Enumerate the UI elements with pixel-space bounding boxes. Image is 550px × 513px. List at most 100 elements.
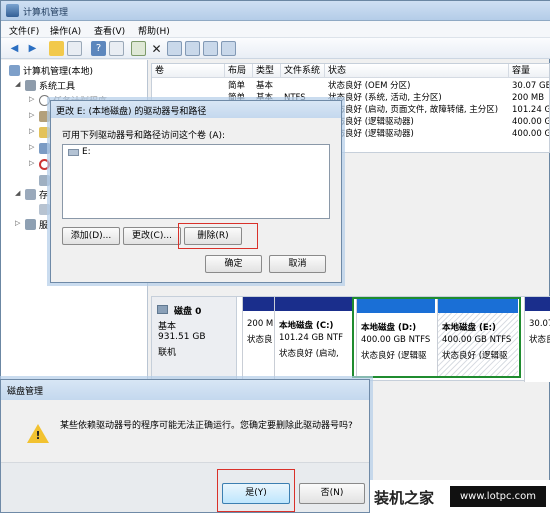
collapse-icon[interactable]: ▷	[29, 127, 37, 135]
tree-item-root[interactable]: 计算机管理(本地)	[1, 64, 148, 78]
column-header-type[interactable]: 类型	[253, 64, 281, 78]
tools-icon	[25, 80, 36, 91]
performance-icon	[39, 159, 50, 170]
column-header-filesystem[interactable]: 文件系统	[281, 64, 325, 78]
column-header-layout[interactable]: 布局	[225, 64, 253, 78]
table-row[interactable]: 简单 基本 状态良好 (OEM 分区) 30.07 GB	[152, 80, 550, 92]
event-viewer-icon	[39, 111, 50, 122]
expand-icon[interactable]: ◢	[15, 80, 23, 88]
disk-icon[interactable]	[167, 41, 182, 56]
cell-capacity: 30.07 GB	[512, 81, 550, 91]
view-icon[interactable]	[221, 41, 236, 56]
partition-system-reserved[interactable]: 200 M 状态良	[242, 297, 274, 382]
shared-folder-icon	[39, 127, 50, 138]
help-icon[interactable]: ?	[91, 41, 106, 56]
partition-size: 30.07	[529, 319, 550, 329]
disk-size: 931.51 GB	[158, 332, 206, 342]
console-tree-icon[interactable]	[67, 41, 82, 56]
tree-label-storage: 存	[39, 191, 49, 201]
collapse-icon[interactable]: ▷	[29, 143, 37, 151]
partition-size: 101.24 GB NTF	[279, 333, 344, 343]
drive-icon	[68, 149, 79, 156]
cell-status: 状态良好 (OEM 分区)	[328, 81, 411, 91]
disk-info[interactable]: 磁盘 0 基本 931.51 GB 联机	[152, 297, 237, 382]
users-icon	[39, 143, 50, 154]
tree-item-system-tools[interactable]: ◢ 系统工具	[1, 79, 148, 93]
tree-label-services: 服	[39, 221, 49, 231]
menu-action[interactable]: 操作(A)	[50, 24, 81, 37]
disk-name: 磁盘 0	[174, 307, 202, 317]
partition-size: 400.00 GB NTFS	[442, 335, 512, 345]
partition-c[interactable]: 本地磁盘 (C:) 101.24 GB NTF 状态良好 (启动,	[274, 297, 352, 382]
partition-status: 状态良	[529, 335, 550, 345]
partition-d[interactable]: 本地磁盘 (D:) 400.00 GB NTFS 状态良好 (逻辑驱	[356, 299, 435, 376]
column-header-capacity[interactable]: 容量	[509, 64, 549, 78]
copy-icon[interactable]	[185, 41, 200, 56]
computer-icon	[9, 65, 20, 76]
partition-bar	[525, 297, 550, 311]
collapse-icon[interactable]: ▷	[15, 219, 23, 227]
computer-management-icon	[6, 4, 19, 17]
expand-icon[interactable]: ◢	[15, 189, 23, 197]
forward-arrow-icon[interactable]: ▶	[25, 41, 40, 56]
partition-size: 200 M	[247, 319, 274, 329]
ok-button[interactable]: 确定	[205, 255, 262, 273]
partition-bar	[243, 297, 274, 311]
disk-type: 基本	[158, 322, 177, 332]
partition-label: 本地磁盘 (E:)	[442, 323, 496, 333]
tree-label-system-tools: 系统工具	[39, 82, 76, 92]
delete-x-icon[interactable]: ✕	[149, 41, 164, 56]
column-header-volume[interactable]: 卷	[152, 64, 225, 78]
partition-bar	[438, 299, 518, 313]
properties-icon[interactable]	[109, 41, 124, 56]
confirm-dialog: 磁盘管理 ! 某些依赖驱动器号的程序可能无法正确运行。您确定要删除此驱动器号吗?…	[0, 379, 370, 513]
cell-capacity: 400.00 GB	[512, 129, 549, 139]
menu-help[interactable]: 帮助(H)	[138, 24, 170, 37]
menu-bar: 文件(F) 操作(A) 查看(V) 帮助(H)	[1, 21, 550, 38]
cell-capacity: 101.24 GB	[512, 105, 549, 115]
connect-icon[interactable]	[131, 41, 146, 56]
cell-type: 基本	[256, 81, 274, 91]
search-icon[interactable]	[203, 41, 218, 56]
cancel-button[interactable]: 取消	[269, 255, 326, 273]
dialog-title-bar: 更改 E: (本地磁盘) 的驱动器号和路径	[51, 101, 341, 118]
remove-button[interactable]: 删除(R)	[184, 227, 242, 245]
cell-status: 状态良好 (逻辑驱动器)	[328, 129, 414, 139]
cell-status: 状态良好 (逻辑驱动器)	[328, 117, 414, 127]
partition-bar	[275, 297, 352, 311]
partition-e[interactable]: 本地磁盘 (E:) 400.00 GB NTFS 状态良好 (逻辑驱	[437, 299, 518, 376]
partition-label: 本地磁盘 (D:)	[361, 323, 417, 333]
collapse-icon[interactable]: ▷	[29, 95, 37, 103]
menu-view[interactable]: 查看(V)	[94, 24, 125, 37]
back-arrow-icon[interactable]: ◀	[7, 41, 22, 56]
collapse-icon[interactable]: ▷	[29, 111, 37, 119]
partition-bar	[357, 299, 435, 313]
clock-icon	[39, 95, 50, 106]
no-button[interactable]: 否(N)	[299, 483, 365, 504]
confirm-message: 某些依赖驱动器号的程序可能无法正确运行。您确定要删除此驱动器号吗?	[60, 421, 353, 431]
services-icon	[25, 219, 36, 230]
dialog-title: 磁盘管理	[7, 387, 44, 397]
list-item[interactable]: E:	[82, 147, 91, 157]
cell-status: 状态良好 (系统, 活动, 主分区)	[328, 93, 442, 103]
partition-oem[interactable]: 30.07 状态良	[524, 297, 550, 382]
dialog-prompt: 可用下列驱动器号和路径访问这个卷 (A):	[62, 131, 226, 141]
menu-file[interactable]: 文件(F)	[9, 24, 39, 37]
dialog-title-bar: 磁盘管理	[1, 380, 369, 400]
storage-icon	[25, 189, 36, 200]
device-manager-icon	[39, 175, 50, 186]
change-button[interactable]: 更改(C)...	[123, 227, 181, 245]
column-header-status[interactable]: 状态	[325, 64, 509, 78]
yes-button[interactable]: 是(Y)	[222, 483, 290, 504]
drive-path-list[interactable]: E:	[62, 144, 330, 219]
watermark: 装机之家 www.lotpc.com	[370, 480, 550, 513]
collapse-icon[interactable]: ▷	[29, 159, 37, 167]
partition-label: 本地磁盘 (C:)	[279, 321, 334, 331]
folder-icon[interactable]	[49, 41, 64, 56]
watermark-url: www.lotpc.com	[450, 486, 546, 507]
partition-status: 状态良好 (逻辑驱	[442, 351, 508, 361]
cell-capacity: 400.00 GB	[512, 117, 549, 127]
tree-label-root: 计算机管理(本地)	[23, 67, 94, 77]
warning-mark-icon: !	[35, 429, 41, 442]
add-button[interactable]: 添加(D)...	[62, 227, 120, 245]
